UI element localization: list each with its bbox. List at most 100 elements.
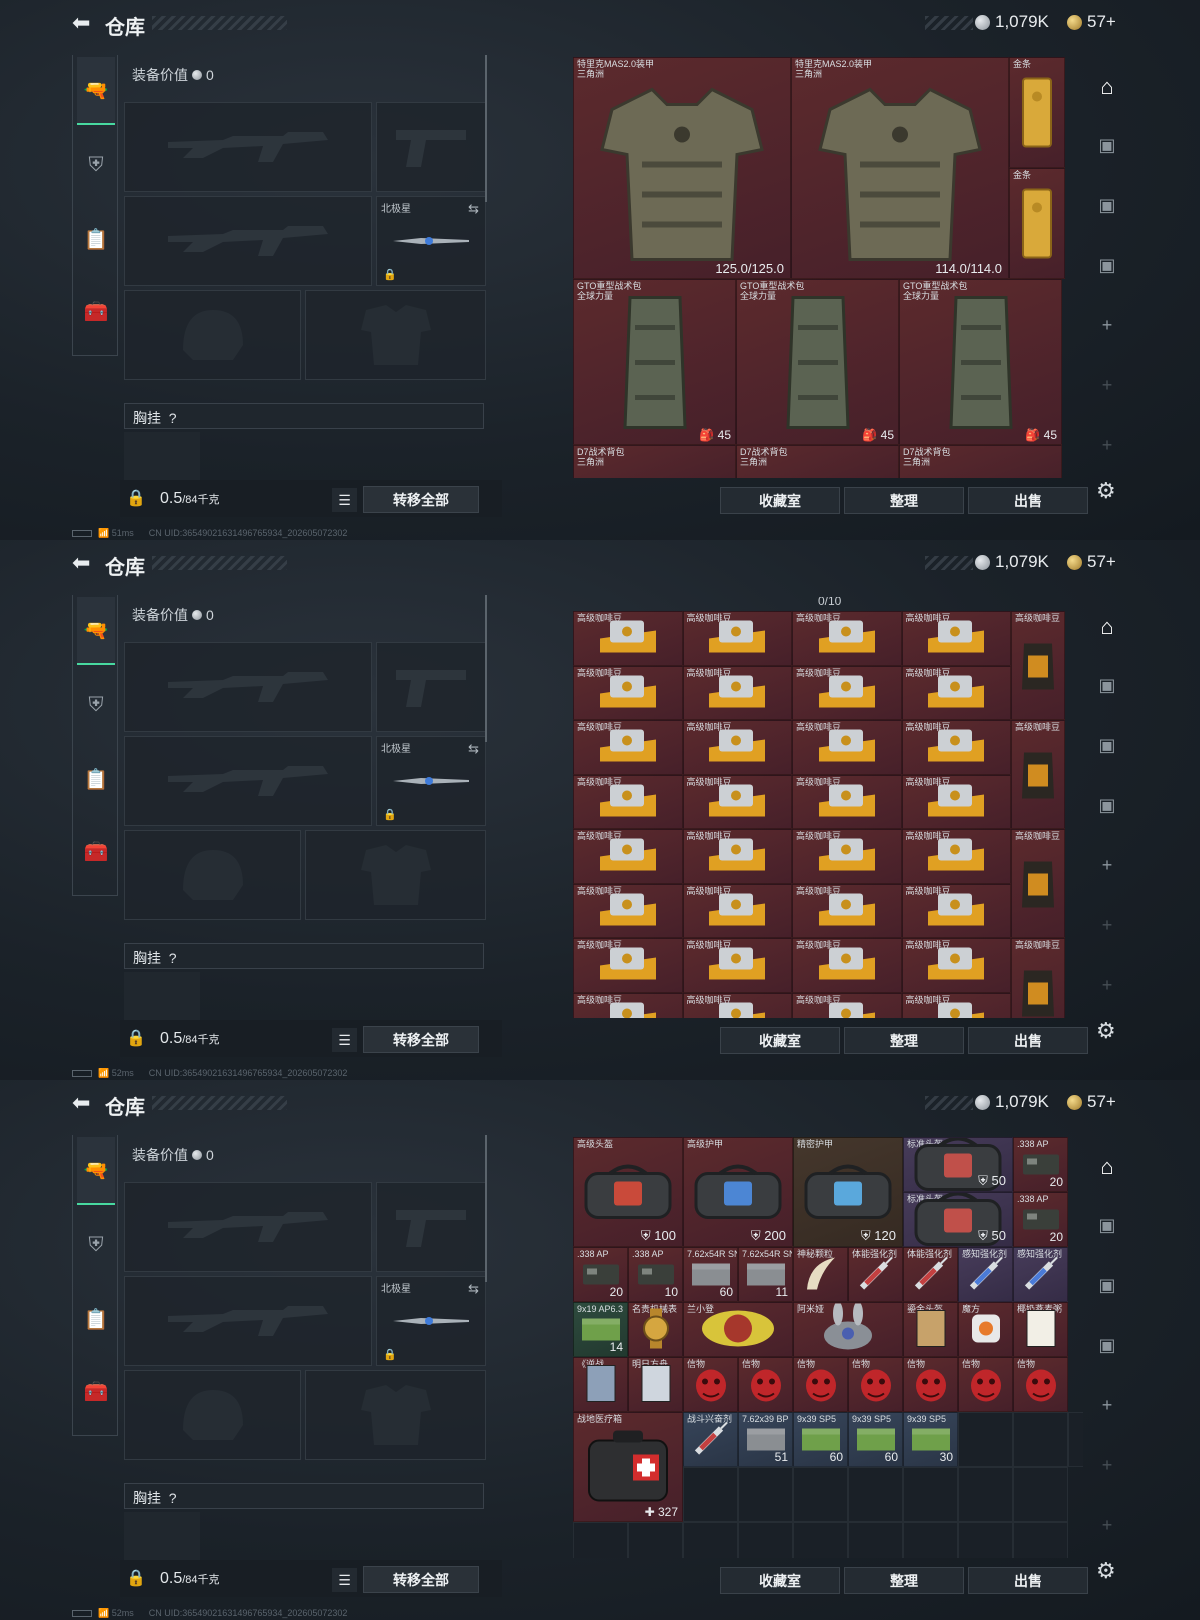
helmet-slot[interactable] [124,1370,301,1460]
list-view-button[interactable]: ☰ [332,1028,357,1052]
sort-button[interactable]: 整理 [844,487,964,514]
misc-item[interactable]: 神秘颗粒 [793,1247,848,1302]
empty-slot[interactable] [793,1522,848,1558]
gold-currency[interactable]: 57+ [1067,1092,1116,1112]
empty-slot[interactable] [793,1467,848,1522]
storage-tab-icon[interactable]: ▣ [1092,790,1122,820]
warehouse-icon[interactable]: ⌂ [1092,612,1122,642]
coffee-beans-item[interactable]: 高级咖啡豆 [573,883,683,938]
coffee-beans-item[interactable]: 高级咖啡豆 [573,829,683,884]
stimulant-item[interactable]: 感知强化剂 [958,1247,1013,1302]
warehouse-icon[interactable]: ⌂ [1092,72,1122,102]
pistol-icon[interactable]: 🔫 [77,597,115,665]
backpack-item[interactable]: GTO重型战术包 全球力量 🎒 45 [573,279,736,445]
transfer-all-button[interactable]: 转移全部 [363,1566,479,1593]
help-icon[interactable]: ? [169,1490,177,1506]
helmet-case-item[interactable]: 高级头盔 ⛨ 100 [573,1137,683,1247]
backpack-item[interactable]: GTO重型战术包 全球力量 🎒 45 [736,279,899,445]
add-tab-icon[interactable]: + [1092,850,1122,880]
storage-tab-icon[interactable]: ▣ [1092,130,1122,160]
chest-rig-slot[interactable]: 胸挂 ? [124,1483,484,1509]
empty-slot[interactable] [1068,1412,1083,1467]
helmet-case-item[interactable]: 标准头盔⛨ 50 [903,1137,1013,1192]
secondary-weapon-slot[interactable] [124,736,372,826]
ammo-item[interactable]: 9x39 SP5 30 [903,1412,958,1467]
equipment-scrollbar[interactable] [485,595,487,742]
clipboard-icon[interactable]: 📋 [77,205,115,273]
back-arrow-icon[interactable]: ⬅ [72,1092,94,1114]
gear-icon[interactable]: ⚙ [1096,478,1116,504]
empty-slot[interactable] [1013,1522,1068,1558]
sell-button[interactable]: 出售 [968,1567,1088,1594]
melee-slot[interactable]: 北极星 ⇆ 🔒 [376,196,486,286]
gold-currency[interactable]: 57+ [1067,12,1116,32]
warehouse-icon[interactable]: ⌂ [1092,1152,1122,1182]
swap-icon[interactable]: ⇆ [468,1281,479,1297]
add-tab-icon[interactable]: + [1092,1450,1122,1480]
ammo-item[interactable]: .338 AP 20 [1013,1137,1068,1192]
empty-slot[interactable] [903,1522,958,1558]
equipment-scrollbar[interactable] [485,55,487,202]
transfer-all-button[interactable]: 转移全部 [363,1026,479,1053]
helmet-slot[interactable] [124,830,301,920]
coffee-beans-item[interactable]: 高级咖啡豆 [1011,611,1065,720]
armor-slot[interactable] [305,830,486,920]
token-item[interactable]: 信物 [793,1357,848,1412]
empty-slot[interactable] [738,1522,793,1558]
storage-tab-icon[interactable]: ▣ [1092,250,1122,280]
token-item[interactable]: 信物 [1013,1357,1068,1412]
back-arrow-icon[interactable]: ⬅ [72,552,94,574]
coffee-beans-item[interactable]: 高级咖啡豆 [573,992,683,1018]
empty-slot[interactable] [683,1467,738,1522]
primary-weapon-slot[interactable] [124,102,372,192]
empty-slot[interactable] [848,1467,903,1522]
storage-tab-icon[interactable]: ▣ [1092,1270,1122,1300]
armor-icon[interactable]: ⛨ [77,1211,115,1279]
coffee-beans-item[interactable]: 高级咖啡豆 [682,774,792,829]
coffee-beans-item[interactable]: 高级咖啡豆 [901,611,1011,666]
add-tab-icon[interactable]: + [1092,910,1122,940]
coffee-beans-item[interactable]: 高级咖啡豆 [901,992,1011,1018]
coffee-beans-item[interactable]: 高级咖啡豆 [573,720,683,775]
token-item[interactable]: 信物 [848,1357,903,1412]
help-icon[interactable]: ? [169,950,177,966]
coffee-beans-item[interactable]: 高级咖啡豆 [792,829,902,884]
pistol-icon[interactable]: 🔫 [77,1137,115,1205]
stimulant-item[interactable]: 战斗兴奋剂 [683,1412,738,1467]
list-view-button[interactable]: ☰ [332,488,357,512]
primary-weapon-slot[interactable] [124,642,372,732]
toolbox-icon[interactable]: 🧰 [77,277,115,345]
backpack-item[interactable]: GTO重型战术包 全球力量 🎒 45 [899,279,1062,445]
secondary-weapon-slot[interactable] [124,1276,372,1366]
collection-room-button[interactable]: 收藏室 [720,1027,840,1054]
lock-icon[interactable]: 🔒 [126,1028,146,1048]
melee-slot[interactable]: 北极星 ⇆ 🔒 [376,736,486,826]
pistol-slot[interactable] [376,1182,486,1272]
stimulant-item[interactable]: 感知强化剂 [1013,1247,1068,1302]
armor-slot[interactable] [305,290,486,380]
armor-slot[interactable] [305,1370,486,1460]
sort-button[interactable]: 整理 [844,1027,964,1054]
collection-room-button[interactable]: 收藏室 [720,487,840,514]
ammo-item[interactable]: .338 AP 10 [628,1247,683,1302]
swap-icon[interactable]: ⇆ [468,201,479,217]
coffee-beans-item[interactable]: 高级咖啡豆 [1011,720,1065,829]
armor-icon[interactable]: ⛨ [77,671,115,739]
add-tab-icon[interactable]: + [1092,430,1122,460]
silver-currency[interactable]: 1,079K [975,12,1049,32]
collectible-item[interactable]: 明日方舟 [628,1357,683,1412]
melee-slot[interactable]: 北极星 ⇆ 🔒 [376,1276,486,1366]
coffee-beans-item[interactable]: 高级咖啡豆 [792,938,902,993]
ammo-item[interactable]: 9x39 SP5 60 [793,1412,848,1467]
add-tab-icon[interactable]: + [1092,970,1122,1000]
toolbox-icon[interactable]: 🧰 [77,1357,115,1425]
coffee-beans-item[interactable]: 高级咖啡豆 [1011,829,1065,938]
ammo-item[interactable]: 9x39 SP5 60 [848,1412,903,1467]
ammo-item[interactable]: 9x19 AP6.3 14 [573,1302,628,1357]
clipboard-icon[interactable]: 📋 [77,1285,115,1353]
coffee-beans-item[interactable]: 高级咖啡豆 [573,774,683,829]
collectible-item[interactable]: 魔方 [958,1302,1013,1357]
token-item[interactable]: 信物 [903,1357,958,1412]
coffee-beans-item[interactable]: 高级咖啡豆 [792,720,902,775]
lock-icon[interactable]: 🔒 [126,1568,146,1588]
